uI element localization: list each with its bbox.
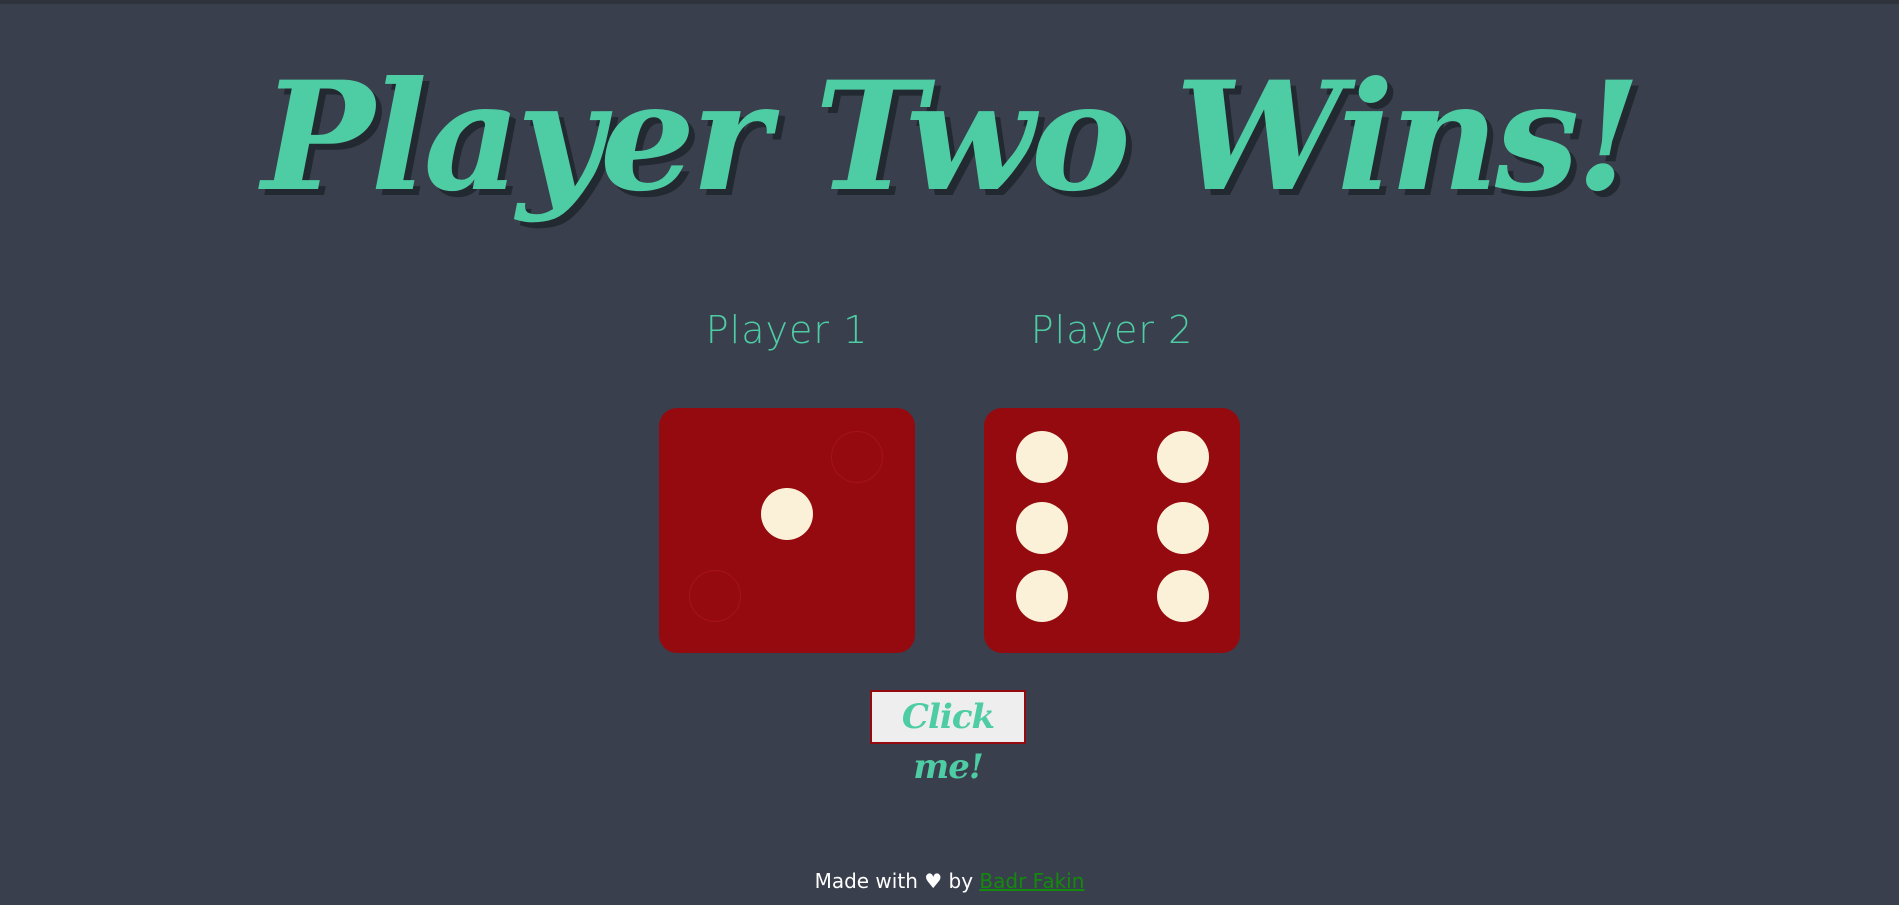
die-pip-outline xyxy=(689,570,741,622)
heart-icon: ♥ xyxy=(924,869,943,893)
page-title: Player Two Wins! xyxy=(261,49,1642,225)
player-two-label: Player 2 xyxy=(1030,308,1194,352)
die-pip xyxy=(1157,570,1209,622)
die-pip xyxy=(1016,502,1068,554)
die-pip-outline xyxy=(831,431,883,483)
die-pip xyxy=(1016,570,1068,622)
footer: Made with ♥ by Badr Fakin xyxy=(0,866,1899,896)
die-pip xyxy=(1157,502,1209,554)
player-one-die xyxy=(659,408,915,653)
player-two-panel: Player 2 xyxy=(984,300,1240,653)
roll-button[interactable]: Click me! xyxy=(870,690,1026,787)
die-pip xyxy=(1016,431,1068,483)
footer-prefix: Made with xyxy=(814,869,918,893)
author-link[interactable]: Badr Fakin xyxy=(979,869,1084,893)
player-one-panel: Player 1 xyxy=(659,300,915,653)
die-pip xyxy=(1157,431,1209,483)
footer-by: by xyxy=(948,869,974,893)
player-two-die xyxy=(984,408,1240,653)
player-one-label: Player 1 xyxy=(705,308,869,352)
die-pip xyxy=(761,488,813,540)
top-edge-bar xyxy=(0,0,1899,4)
